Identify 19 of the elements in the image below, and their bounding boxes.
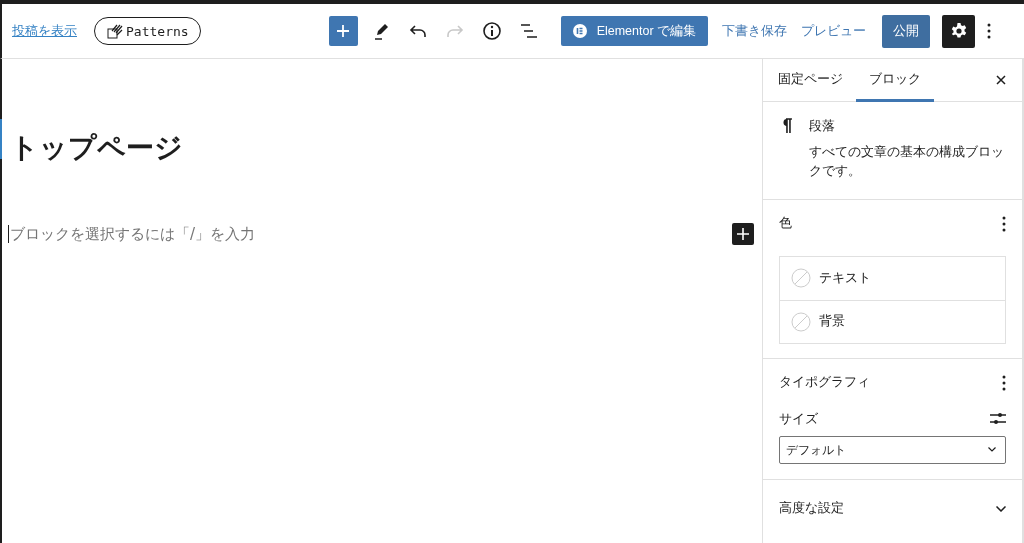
block-description: すべての文章の基本の構成ブロックです。 bbox=[808, 143, 1005, 180]
paragraph-field[interactable]: ブロックを選択するには「/」を入力 bbox=[8, 225, 732, 243]
panel-title: タイポグラフィ bbox=[779, 374, 870, 391]
field-label: サイズ bbox=[779, 410, 818, 428]
save-draft-button[interactable]: 下書き保存 bbox=[722, 22, 788, 40]
sidebar-tab[interactable]: ブロック bbox=[856, 59, 934, 102]
patterns-button[interactable]: Patterns bbox=[94, 17, 201, 45]
page-title[interactable]: トップページ bbox=[10, 129, 762, 167]
sidebar-tab[interactable]: 固定ページ bbox=[765, 59, 856, 102]
view-post-link[interactable]: 投稿を表示 bbox=[12, 22, 77, 40]
color-option[interactable]: 背景 bbox=[780, 299, 1005, 343]
elementor-edit-button[interactable]: Elementor で編集 bbox=[560, 16, 709, 46]
preview-button[interactable]: プレビュー bbox=[801, 22, 867, 40]
size-select[interactable]: デフォルト bbox=[779, 435, 1006, 464]
color-option[interactable]: テキスト bbox=[780, 256, 1005, 300]
panel-title: 色 bbox=[779, 215, 792, 232]
publish-button[interactable]: 公開 bbox=[882, 14, 931, 48]
block-name: 段落 bbox=[808, 118, 836, 135]
advanced-panel-toggle[interactable]: 高度な設定 bbox=[763, 479, 1022, 538]
